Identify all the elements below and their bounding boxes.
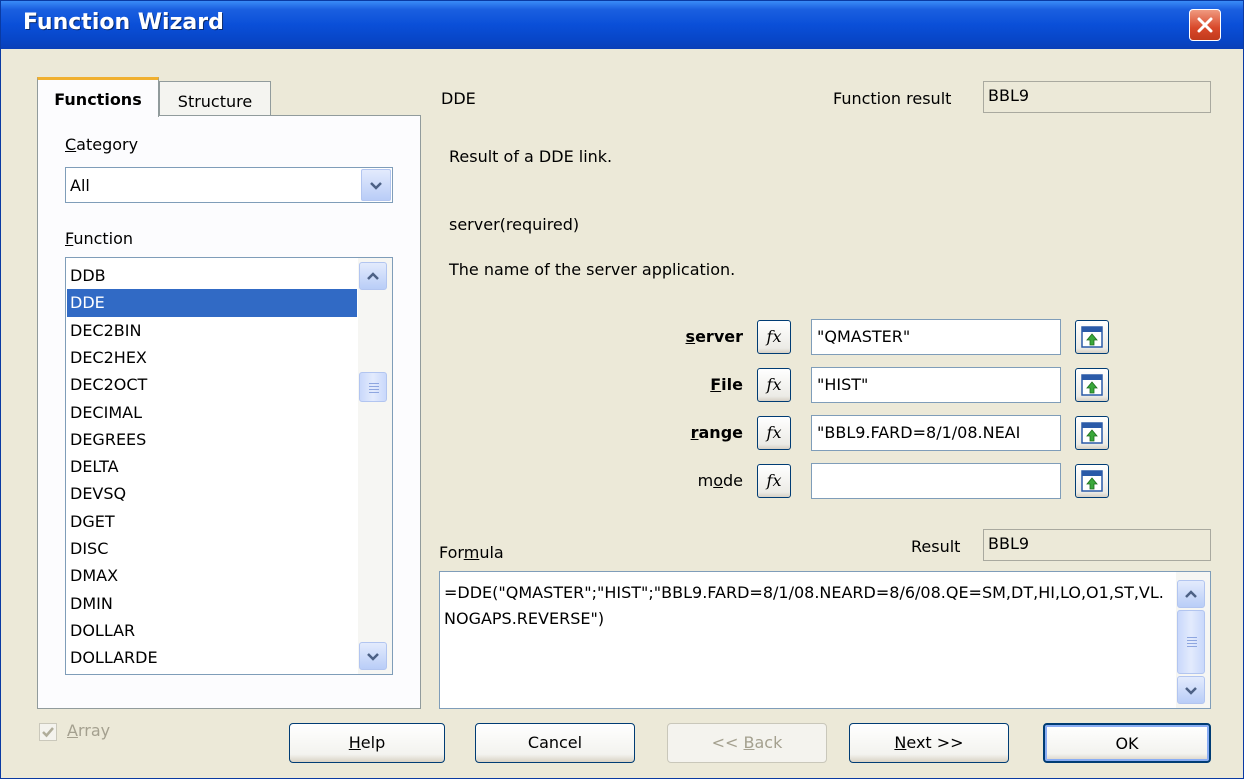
function-list-item[interactable]: DDB xyxy=(67,262,357,290)
function-list[interactable]: DDB DDE DEC2BIN DEC2HEX DEC2OCT DECIMAL DEGREE… xyxy=(65,257,393,675)
chevron-down-icon xyxy=(367,653,379,661)
argument-label: File xyxy=(710,375,743,394)
function-fx-button[interactable]: fx xyxy=(757,368,791,402)
function-list-item[interactable]: DEC2BIN xyxy=(67,317,357,345)
function-result-label: Function result xyxy=(833,89,952,108)
function-fx-button[interactable]: fx xyxy=(757,416,791,450)
scroll-down-button[interactable] xyxy=(359,642,387,670)
function-list-item[interactable]: DEVSQ xyxy=(67,480,357,508)
result-label: Result xyxy=(911,537,961,556)
function-list-item[interactable]: DOLLARDE xyxy=(67,644,357,672)
shrink-dialog-button[interactable] xyxy=(1075,320,1109,354)
tab-functions-label: Functions xyxy=(54,90,142,109)
parameter-title: server(required) xyxy=(449,215,580,234)
array-checkbox[interactable] xyxy=(39,723,57,741)
function-label: Function xyxy=(65,229,134,248)
shrink-dialog-button[interactable] xyxy=(1075,368,1109,402)
function-list-item[interactable]: DEC2HEX xyxy=(67,344,357,372)
parameter-description: The name of the server application. xyxy=(449,260,736,279)
function-result-field: BBL9 xyxy=(983,81,1211,113)
category-dropdown-button[interactable] xyxy=(361,169,391,201)
function-list-item[interactable]: DECIMAL xyxy=(67,399,357,427)
chevron-up-icon xyxy=(1185,590,1197,598)
function-list-item[interactable]: DDE xyxy=(67,289,357,318)
category-select[interactable]: All xyxy=(65,167,393,203)
fx-icon: fx xyxy=(766,375,782,394)
shrink-dialog-button[interactable] xyxy=(1075,416,1109,450)
chevron-down-icon xyxy=(370,182,382,190)
function-list-scrollbar[interactable] xyxy=(358,258,392,674)
tab-structure-label: Structure xyxy=(177,92,253,111)
argument-label: mode xyxy=(697,471,743,490)
select-range-icon xyxy=(1081,374,1103,396)
tab-structure[interactable]: Structure xyxy=(159,81,271,117)
close-button[interactable] xyxy=(1189,9,1221,41)
formula-text[interactable]: =DDE("QMASTER";"HIST";"BBL9.FARD=8/1/08.… xyxy=(444,580,1174,632)
checkmark-icon xyxy=(42,727,54,738)
function-list-item[interactable]: DMAX xyxy=(67,562,357,590)
formula-editor[interactable]: =DDE("QMASTER";"HIST";"BBL9.FARD=8/1/08.… xyxy=(439,571,1211,709)
function-list-item[interactable]: DMIN xyxy=(67,590,357,618)
function-list-item[interactable]: DEGREES xyxy=(67,426,357,454)
function-fx-button[interactable]: fx xyxy=(757,464,791,498)
function-fx-button[interactable]: fx xyxy=(757,320,791,354)
select-range-icon xyxy=(1081,422,1103,444)
argument-input[interactable] xyxy=(811,463,1061,499)
title-bar[interactable]: Function Wizard xyxy=(1,1,1243,49)
help-button[interactable]: Help xyxy=(289,723,445,763)
back-button[interactable]: << Back xyxy=(667,723,827,763)
select-range-icon xyxy=(1081,470,1103,492)
category-value: All xyxy=(70,176,90,195)
cancel-button[interactable]: Cancel xyxy=(475,723,635,763)
array-label: Array xyxy=(67,721,111,740)
next-button[interactable]: Next >> xyxy=(849,723,1009,763)
function-name: DDE xyxy=(441,89,476,108)
scroll-thumb[interactable] xyxy=(359,372,387,402)
chevron-down-icon xyxy=(1185,687,1197,695)
argument-input[interactable]: "HIST" xyxy=(811,367,1061,403)
ok-button[interactable]: OK xyxy=(1043,723,1211,763)
category-label: Category xyxy=(65,135,139,154)
shrink-dialog-button[interactable] xyxy=(1075,464,1109,498)
function-list-item[interactable]: DGET xyxy=(67,508,357,536)
argument-label: range xyxy=(690,423,743,442)
function-description: Result of a DDE link. xyxy=(449,147,613,166)
function-list-item[interactable]: DISC xyxy=(67,535,357,563)
tab-functions[interactable]: Functions xyxy=(37,77,159,117)
fx-icon: fx xyxy=(766,423,782,442)
argument-input[interactable]: "BBL9.FARD=8/1/08.NEAI xyxy=(811,415,1061,451)
function-list-item[interactable]: DEC2OCT xyxy=(67,371,357,399)
close-icon xyxy=(1197,17,1213,33)
select-range-icon xyxy=(1081,326,1103,348)
function-list-item[interactable]: DOLLAR xyxy=(67,617,357,645)
formula-label: Formula xyxy=(439,543,504,562)
window-title: Function Wizard xyxy=(23,10,224,35)
argument-label: server xyxy=(685,327,743,346)
formula-scroll-down-button[interactable] xyxy=(1177,676,1205,704)
result-field: BBL9 xyxy=(983,529,1211,561)
argument-input[interactable]: "QMASTER" xyxy=(811,319,1061,355)
formula-scroll-thumb[interactable] xyxy=(1177,610,1205,674)
fx-icon: fx xyxy=(766,327,782,346)
scroll-up-button[interactable] xyxy=(359,262,387,290)
formula-scroll-up-button[interactable] xyxy=(1177,580,1205,608)
chevron-up-icon xyxy=(367,272,379,280)
function-wizard-dialog: Function Wizard Functions Structure Cate… xyxy=(0,0,1244,779)
formula-scrollbar[interactable] xyxy=(1176,572,1210,708)
fx-icon: fx xyxy=(766,471,782,490)
function-list-item[interactable]: DELTA xyxy=(67,453,357,481)
